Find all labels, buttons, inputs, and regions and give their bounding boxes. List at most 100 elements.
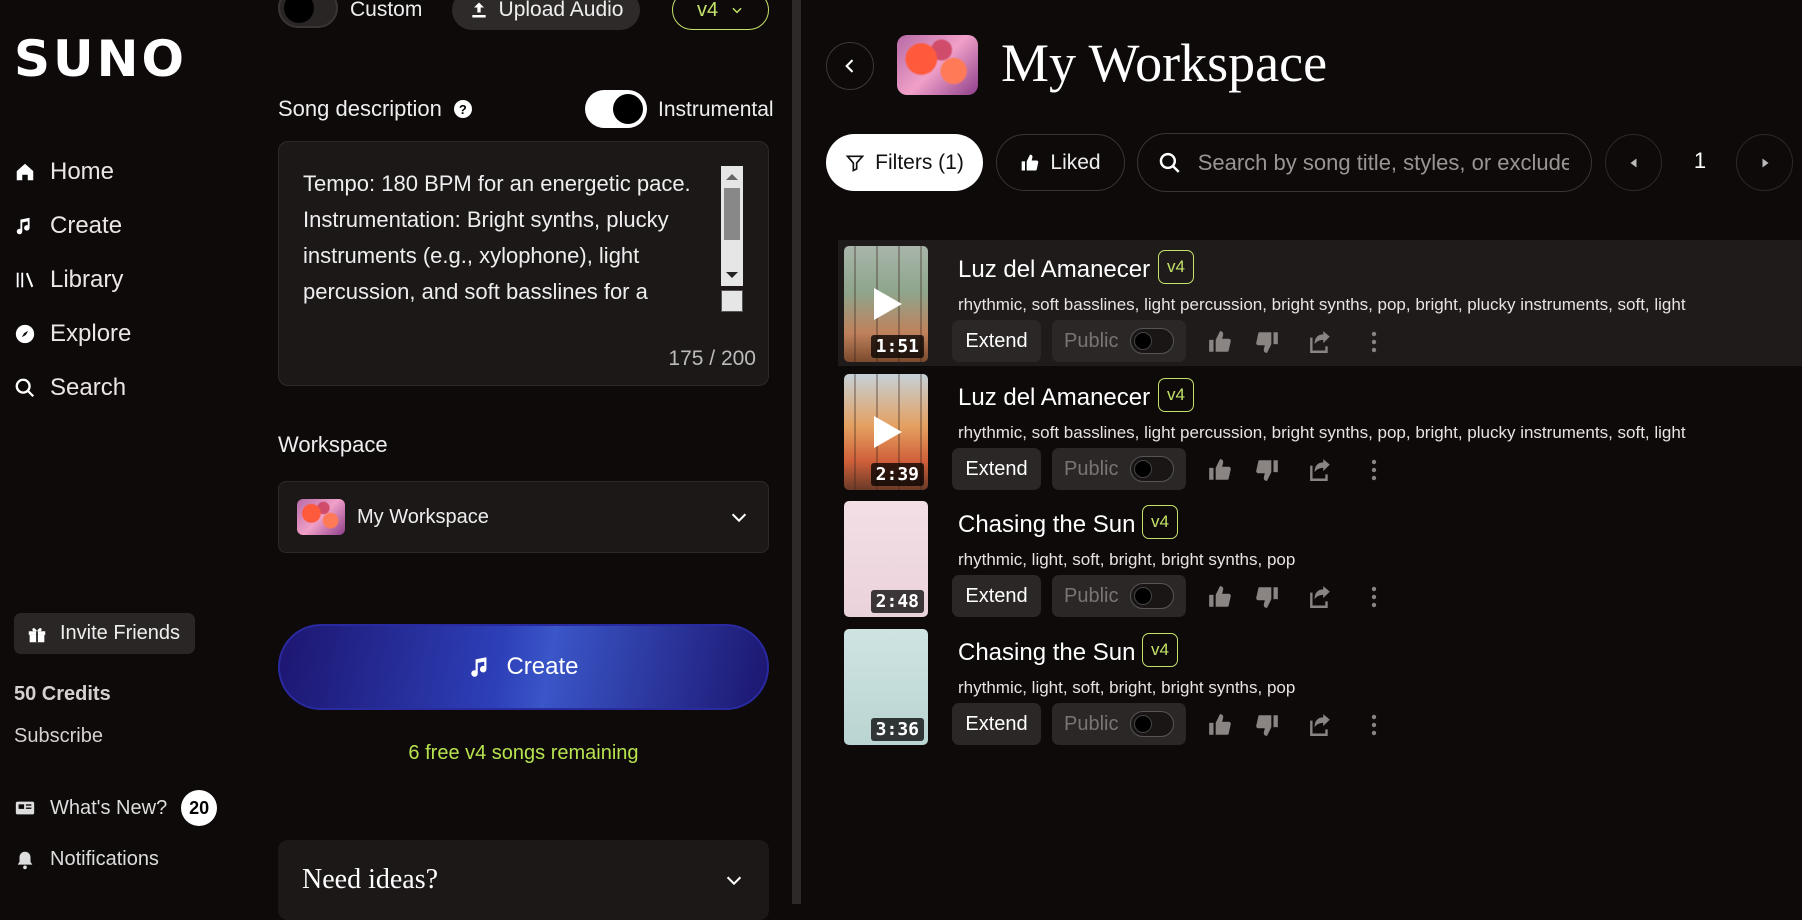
more-options-icon[interactable]: [1360, 328, 1388, 356]
thumbs-up-icon[interactable]: [1206, 583, 1234, 611]
song-cover[interactable]: 2:48: [844, 501, 928, 617]
song-tags[interactable]: rhythmic, light, soft, bright, bright sy…: [958, 678, 1295, 698]
resize-handle[interactable]: [721, 290, 743, 312]
thumbs-down-icon[interactable]: [1253, 583, 1281, 611]
need-ideas-title: Need ideas?: [302, 864, 439, 895]
thumbs-down-icon[interactable]: [1253, 328, 1281, 356]
search-icon: [1159, 152, 1180, 173]
library-icon: [16, 272, 34, 288]
suno-logo[interactable]: SUNO: [14, 30, 187, 88]
compass-icon: [15, 324, 35, 344]
instrumental-toggle[interactable]: [585, 90, 647, 128]
song-duration: 1:51: [870, 335, 924, 358]
sidebar-item-label: Home: [50, 158, 115, 185]
need-ideas-accordion[interactable]: Need ideas?: [278, 840, 769, 920]
free-songs-remaining: 6 free v4 songs remaining: [408, 742, 639, 764]
sidebar-item-create[interactable]: Create: [14, 212, 122, 240]
song-cover[interactable]: 2:39: [844, 374, 928, 490]
song-row[interactable]: 3:36 Chasing the Sun v4 rhythmic, light,…: [838, 623, 1802, 749]
thumbs-up-icon[interactable]: [1206, 456, 1234, 484]
song-tags[interactable]: rhythmic, soft basslines, light percussi…: [958, 423, 1686, 443]
back-button[interactable]: [826, 42, 874, 90]
toggle-knob: [1134, 587, 1153, 605]
whats-new-item[interactable]: What's New? 20: [14, 790, 218, 826]
subscribe-link[interactable]: Subscribe: [14, 725, 103, 748]
song-title[interactable]: Luz del Amanecer: [958, 256, 1150, 284]
custom-mode-toggle[interactable]: [278, 0, 338, 28]
model-version-select[interactable]: v4: [672, 0, 769, 30]
custom-mode-label: Custom: [350, 0, 423, 21]
panel-resize-divider[interactable]: [792, 0, 801, 904]
more-options-icon[interactable]: [1360, 456, 1388, 484]
share-icon[interactable]: [1306, 711, 1334, 739]
scrollbar-thumb[interactable]: [724, 188, 740, 240]
toggle-switch[interactable]: [1130, 583, 1174, 609]
search-input[interactable]: [1195, 148, 1571, 177]
newspaper-icon: [15, 801, 35, 815]
sidebar-item-explore[interactable]: Explore: [14, 320, 131, 348]
model-version-value: v4: [696, 0, 719, 21]
bell-icon: [17, 851, 33, 869]
create-button[interactable]: Create: [278, 624, 769, 710]
song-title[interactable]: Chasing the Sun: [958, 511, 1135, 539]
song-row[interactable]: 2:48 Chasing the Sun v4 rhythmic, light,…: [838, 495, 1802, 621]
liked-label: Liked: [1050, 150, 1101, 174]
share-icon[interactable]: [1306, 456, 1334, 484]
song-duration: 2:48: [870, 590, 924, 613]
thumbs-up-icon[interactable]: [1206, 328, 1234, 356]
upload-audio-button[interactable]: Upload Audio: [452, 0, 640, 30]
music-note-sparkle-icon: [16, 217, 30, 235]
play-icon[interactable]: [874, 288, 902, 320]
song-cover[interactable]: 3:36: [844, 629, 928, 745]
song-description-field[interactable]: Tempo: 180 BPM for an energetic pace. In…: [278, 141, 769, 386]
public-toggle[interactable]: Public: [1052, 448, 1186, 490]
public-toggle[interactable]: Public: [1052, 575, 1186, 617]
song-cover[interactable]: 1:51: [844, 246, 928, 362]
sidebar-item-library[interactable]: Library: [14, 266, 123, 294]
extend-button[interactable]: Extend: [952, 448, 1041, 490]
toggle-switch[interactable]: [1130, 328, 1174, 354]
song-tags[interactable]: rhythmic, soft basslines, light percussi…: [958, 295, 1686, 315]
toggle-knob: [613, 94, 643, 124]
song-tags[interactable]: rhythmic, light, soft, bright, bright sy…: [958, 550, 1295, 570]
extend-button[interactable]: Extend: [952, 575, 1041, 617]
extend-button[interactable]: Extend: [952, 703, 1041, 745]
upload-icon: [471, 2, 486, 18]
workspace-select[interactable]: My Workspace: [278, 481, 769, 553]
help-icon[interactable]: ?: [453, 100, 472, 118]
extend-button[interactable]: Extend: [952, 320, 1041, 362]
scroll-down-icon[interactable]: [726, 272, 738, 278]
thumbs-down-icon[interactable]: [1253, 456, 1281, 484]
thumbs-up-icon[interactable]: [1206, 711, 1234, 739]
song-description-text[interactable]: Tempo: 180 BPM for an energetic pace. In…: [303, 166, 703, 310]
filters-button[interactable]: Filters (1): [826, 134, 983, 191]
share-icon[interactable]: [1306, 328, 1334, 356]
thumbs-down-icon[interactable]: [1253, 711, 1281, 739]
next-page-button[interactable]: [1736, 134, 1793, 191]
sidebar-item-search[interactable]: Search: [14, 374, 126, 402]
song-row[interactable]: 1:51 Luz del Amanecer v4 rhythmic, soft …: [838, 240, 1802, 366]
chevron-down-icon: [731, 513, 747, 523]
song-title[interactable]: Luz del Amanecer: [958, 384, 1150, 412]
liked-filter-button[interactable]: Liked: [996, 134, 1125, 191]
scroll-up-icon[interactable]: [726, 174, 738, 180]
invite-friends-button[interactable]: Invite Friends: [14, 613, 195, 654]
song-row[interactable]: 2:39 Luz del Amanecer v4 rhythmic, soft …: [838, 368, 1802, 494]
play-icon[interactable]: [874, 416, 902, 448]
song-title[interactable]: Chasing the Sun: [958, 639, 1135, 667]
toggle-knob: [1134, 460, 1153, 478]
song-search[interactable]: [1137, 133, 1592, 192]
share-icon[interactable]: [1306, 583, 1334, 611]
public-toggle[interactable]: Public: [1052, 703, 1186, 745]
description-scrollbar[interactable]: [721, 166, 743, 286]
toggle-switch[interactable]: [1130, 456, 1174, 482]
song-duration: 3:36: [870, 718, 924, 741]
public-toggle[interactable]: Public: [1052, 320, 1186, 362]
notifications-item[interactable]: Notifications: [14, 848, 159, 871]
toggle-switch[interactable]: [1130, 711, 1174, 737]
more-options-icon[interactable]: [1360, 583, 1388, 611]
sidebar-item-home[interactable]: Home: [14, 158, 114, 186]
prev-page-button[interactable]: [1605, 134, 1662, 191]
song-description-heading: Song description ?: [278, 96, 472, 122]
more-options-icon[interactable]: [1360, 711, 1388, 739]
